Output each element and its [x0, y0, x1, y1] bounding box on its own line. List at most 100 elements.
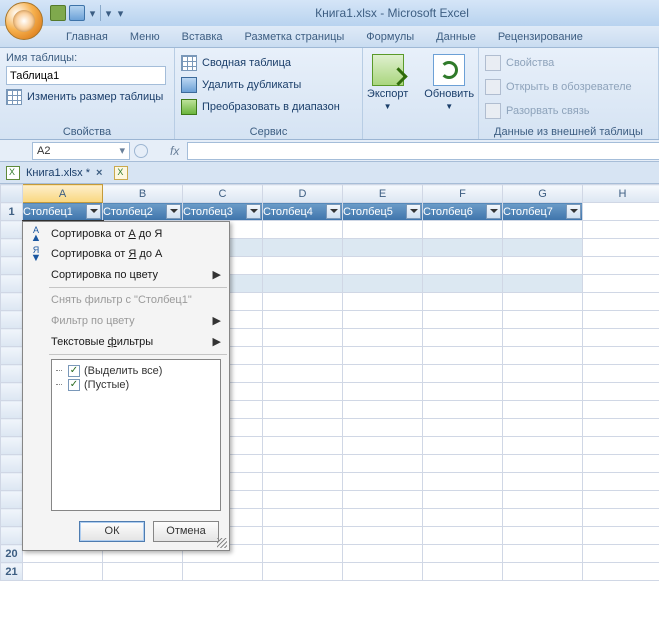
- row-header[interactable]: [1, 275, 23, 293]
- filter-dropdown-icon[interactable]: [566, 204, 581, 219]
- row-header[interactable]: [1, 365, 23, 383]
- dedup-button[interactable]: Удалить дубликаты: [181, 77, 356, 93]
- export-icon: [372, 54, 404, 86]
- resize-table-button[interactable]: Изменить размер таблицы: [6, 89, 168, 105]
- row-header[interactable]: [1, 221, 23, 239]
- row-header-20[interactable]: 20: [1, 545, 23, 563]
- resize-handle-icon[interactable]: [217, 538, 227, 548]
- filter-dropdown-icon[interactable]: [486, 204, 501, 219]
- close-doc-icon[interactable]: ×: [96, 167, 102, 179]
- filter-dropdown-icon[interactable]: [406, 204, 421, 219]
- redo-dropdown-icon[interactable]: ▾: [104, 5, 113, 21]
- row-header[interactable]: [1, 527, 23, 545]
- filter-dropdown-icon[interactable]: [246, 204, 261, 219]
- group-tools-label: Сервис: [175, 126, 362, 138]
- cell[interactable]: [343, 221, 423, 239]
- filter-dropdown-icon[interactable]: [86, 204, 101, 219]
- office-button[interactable]: [5, 2, 43, 40]
- name-box-dropdown-icon[interactable]: ▾: [119, 144, 125, 157]
- table-header-2[interactable]: Столбец2: [103, 203, 183, 221]
- tab-insert[interactable]: Вставка: [171, 27, 234, 47]
- col-header-f[interactable]: F: [423, 185, 503, 203]
- list-item-label: (Выделить все): [84, 365, 162, 377]
- worksheet-grid[interactable]: A B C D E F G H 1 Столбец1 Столбец2 Стол…: [0, 184, 659, 642]
- filter-dropdown-icon[interactable]: [326, 204, 341, 219]
- resize-table-icon: [6, 89, 22, 105]
- refresh-button[interactable]: Обновить▼: [420, 52, 478, 113]
- row-header[interactable]: [1, 419, 23, 437]
- row-header[interactable]: [1, 329, 23, 347]
- list-item-label: (Пустые): [84, 379, 129, 391]
- convert-range-button[interactable]: Преобразовать в диапазон: [181, 99, 356, 115]
- fx-cancel-icon[interactable]: [134, 144, 148, 158]
- col-header-g[interactable]: G: [503, 185, 583, 203]
- row-header[interactable]: [1, 347, 23, 365]
- ok-button[interactable]: ОК: [79, 521, 145, 542]
- row-header[interactable]: [1, 509, 23, 527]
- table-header-6[interactable]: Столбец6: [423, 203, 503, 221]
- row-header[interactable]: [1, 239, 23, 257]
- row-header[interactable]: [1, 455, 23, 473]
- table-name-input[interactable]: [6, 66, 166, 85]
- col-header-c[interactable]: C: [183, 185, 263, 203]
- col-header-a[interactable]: A: [23, 185, 103, 203]
- row-header-21[interactable]: 21: [1, 563, 23, 581]
- sort-za-item[interactable]: Я▼ Сортировка от Я до А: [23, 244, 229, 264]
- col-header-b[interactable]: B: [103, 185, 183, 203]
- select-all-corner[interactable]: [1, 185, 23, 203]
- clear-filter-item: Снять фильтр с "Столбец1": [23, 290, 229, 310]
- tab-menu[interactable]: Меню: [119, 27, 171, 47]
- autofilter-menu: А▲ Сортировка от А до Я Я▼ Сортировка от…: [22, 221, 230, 551]
- col-header-e[interactable]: E: [343, 185, 423, 203]
- export-label: Экспорт: [367, 88, 408, 100]
- sort-color-item[interactable]: Сортировка по цвету▶: [23, 264, 229, 285]
- list-item[interactable]: (Пустые): [54, 378, 218, 392]
- table-header-7[interactable]: Столбец7: [503, 203, 583, 221]
- tab-home[interactable]: Главная: [55, 27, 119, 47]
- window-title: Книга1.xlsx - Microsoft Excel: [125, 6, 659, 20]
- table-header-1[interactable]: Столбец1: [23, 203, 103, 221]
- row-header[interactable]: [1, 311, 23, 329]
- ext-props-button: Свойства: [485, 55, 652, 71]
- cancel-button[interactable]: Отмена: [153, 521, 219, 542]
- col-header-d[interactable]: D: [263, 185, 343, 203]
- formula-input[interactable]: [187, 142, 659, 160]
- row-header[interactable]: [1, 383, 23, 401]
- save-icon[interactable]: [69, 5, 85, 21]
- text-filters-item[interactable]: Текстовые фильтры▶: [23, 331, 229, 352]
- fx-icon[interactable]: fx: [170, 144, 179, 158]
- sort-az-item[interactable]: А▲ Сортировка от А до Я: [23, 224, 229, 244]
- qat-customize-icon[interactable]: ▾: [116, 5, 125, 21]
- table-header-3[interactable]: Столбец3: [183, 203, 263, 221]
- row-header[interactable]: [1, 293, 23, 311]
- cell[interactable]: [583, 221, 659, 239]
- row-header-1[interactable]: 1: [1, 203, 23, 221]
- tab-data[interactable]: Данные: [425, 27, 487, 47]
- pivot-button[interactable]: Сводная таблица: [181, 55, 356, 71]
- table-header-4[interactable]: Столбец4: [263, 203, 343, 221]
- tab-page-layout[interactable]: Разметка страницы: [234, 27, 356, 47]
- checkbox-icon[interactable]: [68, 379, 80, 391]
- row-header[interactable]: [1, 437, 23, 455]
- table-header-5[interactable]: Столбец5: [343, 203, 423, 221]
- name-box[interactable]: A2▾: [32, 142, 130, 160]
- filter-dropdown-icon[interactable]: [166, 204, 181, 219]
- unlink-label: Разорвать связь: [506, 105, 590, 117]
- tab-review[interactable]: Рецензирование: [487, 27, 594, 47]
- export-button[interactable]: Экспорт▼: [363, 52, 412, 113]
- col-header-h[interactable]: H: [583, 185, 659, 203]
- cell[interactable]: [263, 221, 343, 239]
- cell[interactable]: [503, 221, 583, 239]
- checkbox-icon[interactable]: [68, 365, 80, 377]
- workbook-name[interactable]: Книга1.xlsx *: [26, 167, 90, 179]
- cell[interactable]: [423, 221, 503, 239]
- row-header[interactable]: [1, 473, 23, 491]
- tab-formulas[interactable]: Формулы: [355, 27, 425, 47]
- list-item[interactable]: (Выделить все): [54, 364, 218, 378]
- cell[interactable]: [583, 203, 659, 221]
- row-header[interactable]: [1, 491, 23, 509]
- row-header[interactable]: [1, 257, 23, 275]
- filter-values-list[interactable]: (Выделить все) (Пустые): [51, 359, 221, 511]
- undo-dropdown-icon[interactable]: ▾: [88, 5, 97, 21]
- row-header[interactable]: [1, 401, 23, 419]
